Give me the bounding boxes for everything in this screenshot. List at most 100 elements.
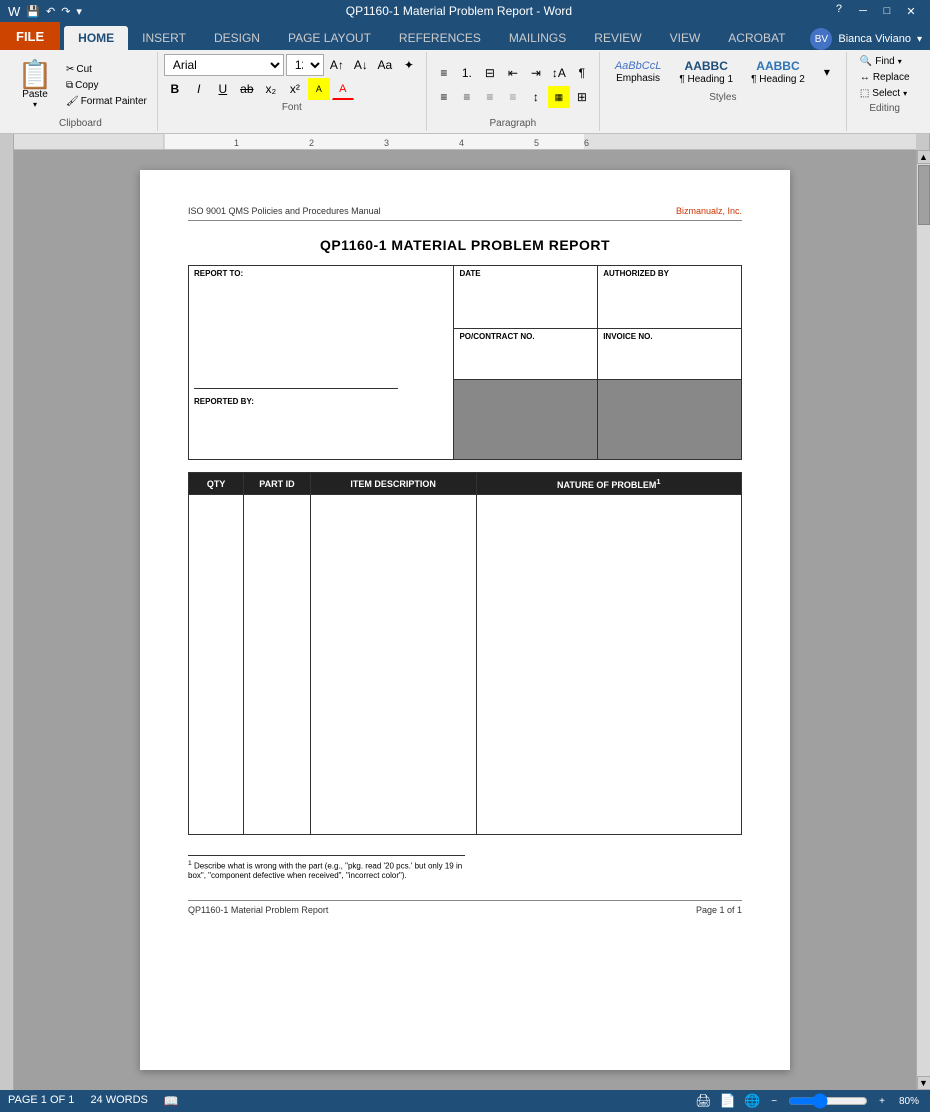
user-area: BV Bianca Viviano ▾: [802, 28, 930, 50]
quick-save-icon[interactable]: 💾: [26, 5, 40, 18]
bullets-button[interactable]: ≡: [433, 62, 455, 84]
styles-group-label: Styles: [606, 90, 840, 103]
page-header: ISO 9001 QMS Policies and Procedures Man…: [188, 206, 742, 221]
layout-reading-icon[interactable]: 📄: [720, 1093, 736, 1109]
increase-indent-button[interactable]: ⇥: [525, 62, 547, 84]
svg-text:2: 2: [309, 138, 314, 148]
maximize-button[interactable]: □: [876, 3, 898, 19]
tab-page-layout[interactable]: PAGE LAYOUT: [274, 26, 385, 50]
word-count-icon[interactable]: 📖: [164, 1094, 179, 1108]
font-size-selector[interactable]: 12: [286, 54, 324, 76]
borders-button[interactable]: ⊞: [571, 86, 593, 108]
find-dropdown-icon[interactable]: ▾: [898, 57, 902, 66]
tab-file[interactable]: FILE: [0, 22, 60, 50]
paste-button[interactable]: 📋 Paste ▾: [10, 54, 60, 116]
copy-button[interactable]: ⧉ Copy: [62, 78, 151, 93]
undo-icon[interactable]: ↶: [46, 5, 55, 18]
grow-font-button[interactable]: A↑: [326, 54, 348, 76]
close-button[interactable]: ✕: [900, 3, 922, 19]
sort-button[interactable]: ↕A: [548, 62, 570, 84]
tab-review[interactable]: REVIEW: [580, 26, 655, 50]
font-color-button[interactable]: A: [332, 78, 354, 100]
styles-more-button[interactable]: ▾: [816, 61, 838, 83]
subscript-button[interactable]: x₂: [260, 78, 282, 100]
font-selector[interactable]: Arial: [164, 54, 284, 76]
tab-mailings[interactable]: MAILINGS: [495, 26, 580, 50]
cell-nature[interactable]: [476, 495, 741, 835]
change-case-button[interactable]: Aa: [374, 54, 396, 76]
numbering-button[interactable]: 1.: [456, 62, 478, 84]
find-label: Find: [875, 56, 894, 67]
style-emphasis[interactable]: AaBbCcL Emphasis: [608, 57, 668, 87]
zoom-level[interactable]: 80%: [896, 1095, 922, 1108]
cell-qty[interactable]: [189, 495, 244, 835]
align-right-button[interactable]: ≡: [479, 86, 501, 108]
footnote-content: Describe what is wrong with the part (e.…: [188, 862, 462, 880]
tab-view[interactable]: VIEW: [656, 26, 715, 50]
editing-buttons: 🔍 Find ▾ ↔ Replace ⬚ Select ▾: [853, 54, 917, 101]
align-left-button[interactable]: ≡: [433, 86, 455, 108]
bold-button[interactable]: B: [164, 78, 186, 100]
footer-left: QP1160-1 Material Problem Report: [188, 905, 328, 915]
layout-web-icon[interactable]: 🌐: [744, 1093, 760, 1109]
scroll-up-button[interactable]: ▲: [917, 150, 930, 164]
shading-button[interactable]: ▦: [548, 86, 570, 108]
user-chevron-icon[interactable]: ▾: [917, 34, 922, 45]
multilevel-button[interactable]: ⊟: [479, 62, 501, 84]
style-heading2[interactable]: AABBC ¶ Heading 2: [744, 56, 812, 88]
select-label: Select: [872, 88, 900, 99]
zoom-out-button[interactable]: −: [768, 1095, 780, 1108]
select-dropdown-icon[interactable]: ▾: [903, 89, 907, 98]
clear-formatting-button[interactable]: ✦: [398, 54, 420, 76]
strikethrough-button[interactable]: ab: [236, 78, 258, 100]
decrease-indent-button[interactable]: ⇤: [502, 62, 524, 84]
footer-right: Page 1 of 1: [696, 905, 742, 915]
tab-design[interactable]: DESIGN: [200, 26, 274, 50]
tab-insert[interactable]: INSERT: [128, 26, 200, 50]
find-button[interactable]: 🔍 Find ▾: [853, 54, 917, 69]
word-page[interactable]: ISO 9001 QMS Policies and Procedures Man…: [140, 170, 790, 1070]
clipboard-label: Clipboard: [10, 116, 151, 129]
cell-part-id[interactable]: [244, 495, 310, 835]
italic-button[interactable]: I: [188, 78, 210, 100]
svg-text:6: 6: [584, 138, 589, 148]
layout-print-icon[interactable]: 🖨: [695, 1093, 712, 1109]
style-emphasis-label: Emphasis: [616, 73, 660, 84]
style-heading1[interactable]: AABBC ¶ Heading 1: [672, 56, 740, 88]
title-bar-controls: ? ─ □ ✕: [836, 3, 922, 19]
page-area[interactable]: ISO 9001 QMS Policies and Procedures Man…: [14, 150, 916, 1090]
cut-button[interactable]: ✂ Cut: [62, 62, 151, 77]
scroll-thumb[interactable]: [918, 165, 930, 225]
redo-icon[interactable]: ↷: [61, 5, 70, 18]
scroll-track[interactable]: [917, 164, 930, 1076]
line-spacing-button[interactable]: ↕: [525, 86, 547, 108]
zoom-in-button[interactable]: +: [876, 1095, 888, 1108]
help-icon[interactable]: ?: [836, 3, 842, 19]
replace-icon: ↔: [860, 72, 870, 83]
paste-label: Paste: [22, 89, 48, 100]
cut-label: Cut: [76, 64, 92, 75]
text-highlight-button[interactable]: A: [308, 78, 330, 100]
paste-dropdown-icon[interactable]: ▾: [33, 100, 37, 109]
align-center-button[interactable]: ≡: [456, 86, 478, 108]
cell-item-desc[interactable]: [310, 495, 476, 835]
select-button[interactable]: ⬚ Select ▾: [853, 86, 917, 101]
replace-button[interactable]: ↔ Replace: [853, 70, 917, 85]
underline-button[interactable]: U: [212, 78, 234, 100]
tab-home[interactable]: HOME: [64, 26, 128, 50]
format-painter-button[interactable]: 🖌 Format Painter: [62, 94, 151, 109]
minimize-button[interactable]: ─: [852, 3, 874, 19]
right-scrollbar[interactable]: ▲ ▼: [916, 150, 930, 1090]
superscript-button[interactable]: x²: [284, 78, 306, 100]
justify-button[interactable]: ≡: [502, 86, 524, 108]
items-table: QTY PART ID ITEM DESCRIPTION NATURE OF P…: [188, 472, 742, 835]
clipboard-group: 📋 Paste ▾ ✂ Cut ⧉ Copy 🖌 Format Painter: [4, 52, 158, 131]
tab-references[interactable]: REFERENCES: [385, 26, 495, 50]
show-formatting-button[interactable]: ¶: [571, 62, 593, 84]
tab-acrobat[interactable]: ACROBAT: [714, 26, 799, 50]
shrink-font-button[interactable]: A↓: [350, 54, 372, 76]
col-nature-of-problem: NATURE OF PROBLEM1: [476, 473, 741, 495]
scroll-down-button[interactable]: ▼: [917, 1076, 930, 1090]
zoom-slider[interactable]: [788, 1095, 868, 1107]
reported-by-label: REPORTED BY:: [194, 397, 448, 406]
